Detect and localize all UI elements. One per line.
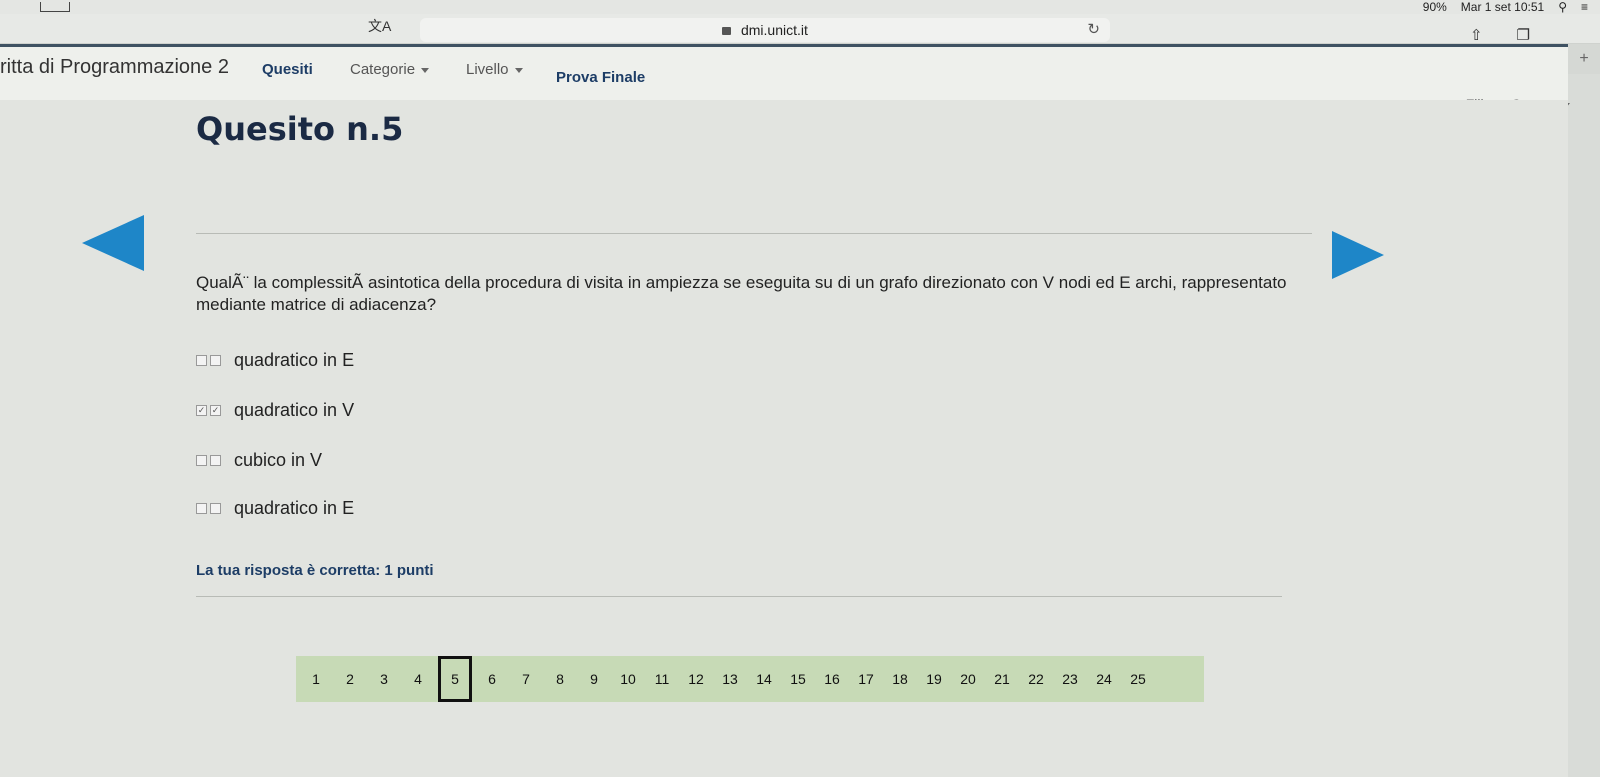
menubar-left bbox=[40, 0, 70, 14]
tabs-icon[interactable]: ❐ bbox=[1517, 26, 1530, 44]
caret-down-icon bbox=[514, 67, 523, 73]
site-navbar: ritta di Programmazione 2 Quesiti Catego… bbox=[0, 44, 1568, 100]
battery-status: 90% bbox=[1422, 0, 1447, 14]
next-arrow-icon[interactable] bbox=[1332, 231, 1384, 279]
answer-label: cubico in V bbox=[234, 450, 323, 470]
nav-prova-finale[interactable]: Prova Finale bbox=[556, 69, 645, 86]
answer-option[interactable]: cubico in V bbox=[196, 450, 322, 471]
clock: Mar 1 set 10:51 bbox=[1460, 0, 1545, 14]
divider bbox=[196, 596, 1282, 597]
answer-option[interactable]: quadratico in E bbox=[196, 498, 354, 519]
answer-label: quadratico in V bbox=[234, 400, 355, 420]
page-link-10[interactable]: 10 bbox=[614, 671, 642, 687]
page-link-14[interactable]: 14 bbox=[750, 671, 778, 687]
page-link-11[interactable]: 11 bbox=[648, 671, 676, 687]
new-tab-button[interactable]: + bbox=[1568, 44, 1600, 74]
answer-option-selected[interactable]: ✓ ✓ quadratico in V bbox=[196, 400, 354, 421]
question-pager: 1 2 3 4 5 6 7 8 9 10 11 12 13 14 15 16 17 18 19 20 21 22 23 24 2… bbox=[296, 656, 1204, 702]
translate-icon[interactable]: 文A bbox=[368, 16, 391, 36]
nav-livello[interactable]: Livello bbox=[466, 61, 523, 78]
page-link-3[interactable]: 3 bbox=[370, 671, 398, 687]
page-link-19[interactable]: 19 bbox=[920, 671, 948, 687]
page-link-9[interactable]: 9 bbox=[580, 671, 608, 687]
checkbox-icon bbox=[196, 503, 207, 514]
search-icon[interactable]: ⚲ bbox=[1558, 0, 1567, 14]
quiz-main: Quesito n.5 QualÃ¨ la complessitÃ asinto… bbox=[0, 100, 1568, 777]
page-link-25[interactable]: 25 bbox=[1124, 671, 1152, 687]
divider bbox=[196, 233, 1312, 234]
checkbox-icon bbox=[210, 455, 221, 466]
nav-quesiti[interactable]: Quesiti bbox=[262, 61, 313, 78]
check-icon: ✓ bbox=[196, 405, 207, 416]
menu-list-icon[interactable]: ≡ bbox=[1581, 0, 1588, 14]
page-link-8[interactable]: 8 bbox=[546, 671, 574, 687]
page-link-24[interactable]: 24 bbox=[1090, 671, 1118, 687]
page-link-12[interactable]: 12 bbox=[682, 671, 710, 687]
page-link-15[interactable]: 15 bbox=[784, 671, 812, 687]
page-link-13[interactable]: 13 bbox=[716, 671, 744, 687]
answer-label: quadratico in E bbox=[234, 498, 355, 518]
answer-option[interactable]: quadratico in E bbox=[196, 350, 354, 371]
page-link-6[interactable]: 6 bbox=[478, 671, 506, 687]
nav-categorie[interactable]: Categorie bbox=[350, 61, 430, 78]
previous-arrow-icon[interactable] bbox=[82, 215, 144, 271]
reload-icon[interactable]: ↻ bbox=[1087, 18, 1100, 42]
page-link-4[interactable]: 4 bbox=[404, 671, 432, 687]
menubar-status: 90% Mar 1 set 10:51 ⚲ ≡ bbox=[1423, 0, 1588, 14]
nav-livello-label: Livello bbox=[466, 61, 509, 78]
page-link-20[interactable]: 20 bbox=[954, 671, 982, 687]
browser-toolbar: 文A dmi.unict.it ↻ bbox=[0, 14, 1600, 44]
page-link-5[interactable]: 5 bbox=[438, 656, 472, 702]
caret-down-icon bbox=[421, 67, 430, 73]
toolbar-right-buttons: ⇧ ❐ bbox=[1470, 26, 1530, 44]
question-text: QualÃ¨ la complessitÃ asintotica della p… bbox=[196, 273, 1287, 314]
page-link-23[interactable]: 23 bbox=[1056, 671, 1084, 687]
system-menu-bar: 90% Mar 1 set 10:51 ⚲ ≡ bbox=[0, 0, 1600, 14]
checkbox-icon bbox=[210, 355, 221, 366]
page-link-16[interactable]: 16 bbox=[818, 671, 846, 687]
result-message: La tua risposta è corretta: 1 punti bbox=[196, 562, 434, 579]
answer-label: quadratico in E bbox=[234, 350, 355, 370]
page-link-22[interactable]: 22 bbox=[1022, 671, 1050, 687]
checkbox-icon bbox=[196, 355, 207, 366]
url-text: dmi.unict.it bbox=[740, 22, 808, 38]
checkbox-icon bbox=[196, 455, 207, 466]
nav-categorie-label: Categorie bbox=[350, 61, 416, 78]
page-link-2[interactable]: 2 bbox=[336, 671, 364, 687]
check-icon: ✓ bbox=[210, 405, 221, 416]
page-link-17[interactable]: 17 bbox=[852, 671, 880, 687]
page-title: Quesito n.5 bbox=[196, 110, 404, 148]
page-link-1[interactable]: 1 bbox=[302, 671, 330, 687]
page-link-7[interactable]: 7 bbox=[512, 671, 540, 687]
site-brand[interactable]: ritta di Programmazione 2 bbox=[0, 56, 229, 79]
checkbox-icon bbox=[210, 503, 221, 514]
page-link-18[interactable]: 18 bbox=[886, 671, 914, 687]
share-icon[interactable]: ⇧ bbox=[1470, 26, 1483, 44]
lock-icon bbox=[722, 27, 732, 35]
address-bar[interactable]: dmi.unict.it ↻ bbox=[420, 18, 1110, 42]
sidebar-icon[interactable] bbox=[40, 2, 70, 12]
page-link-21[interactable]: 21 bbox=[988, 671, 1016, 687]
